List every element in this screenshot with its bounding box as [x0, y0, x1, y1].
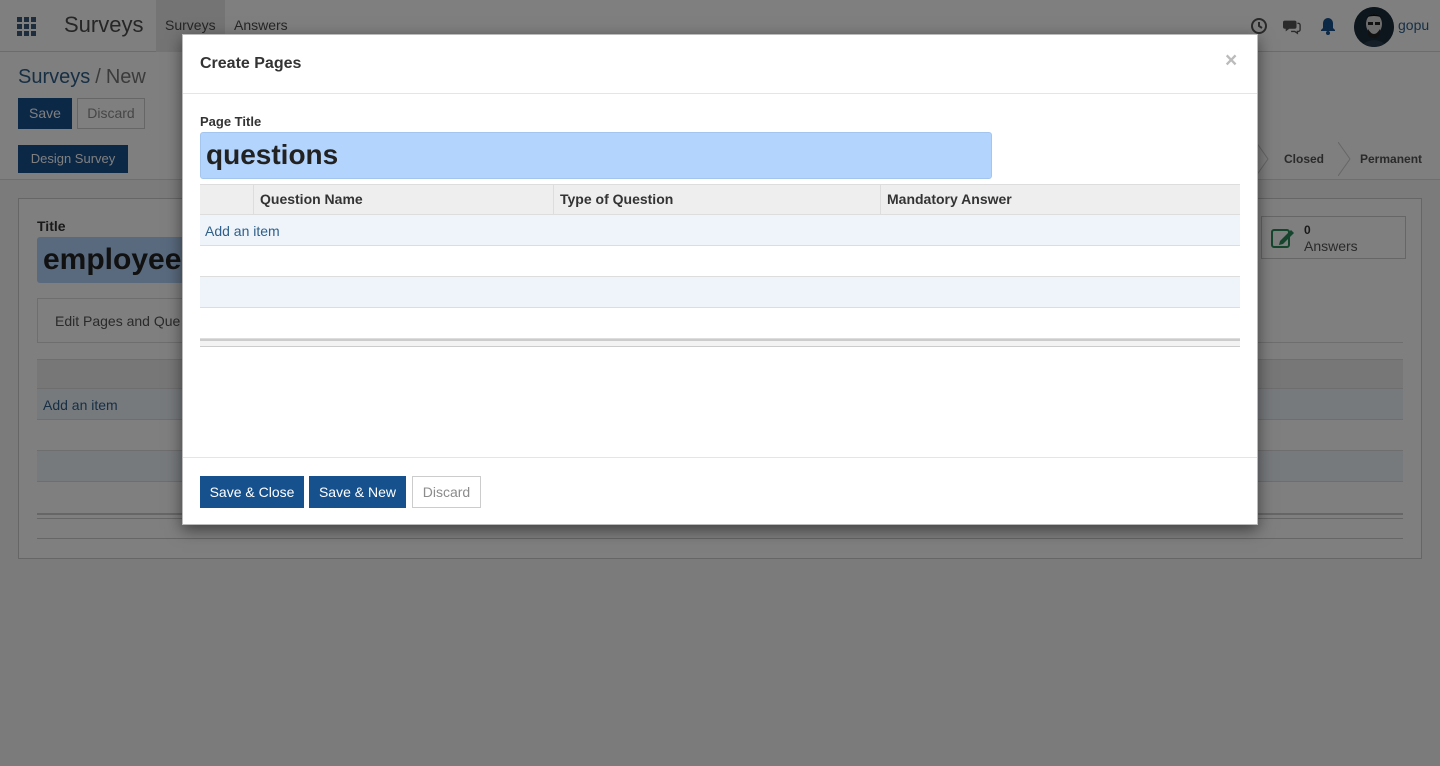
modal-footer: Save & Close Save & New Discard — [183, 457, 1257, 526]
create-pages-dialog: Create Pages × Page Title questions Ques… — [182, 34, 1258, 525]
column-mandatory-answer[interactable]: Mandatory Answer — [880, 185, 1240, 214]
save-close-button[interactable]: Save & Close — [200, 476, 304, 508]
modal-title: Create Pages — [200, 55, 302, 72]
column-type-of-question[interactable]: Type of Question — [553, 185, 880, 214]
table-row — [200, 308, 1240, 339]
table-row — [200, 246, 1240, 277]
questions-table-header: Question Name Type of Question Mandatory… — [200, 184, 1240, 215]
column-handle — [200, 185, 253, 214]
close-icon[interactable]: × — [1225, 49, 1237, 73]
modal-header: Create Pages × — [183, 35, 1257, 94]
add-item-link[interactable]: Add an item — [205, 223, 280, 239]
page-title-input[interactable]: questions — [200, 132, 992, 179]
page-title-label: Page Title — [200, 114, 262, 129]
column-question-name[interactable]: Question Name — [253, 185, 553, 214]
questions-add-row: Add an item — [200, 215, 1240, 246]
table-row — [200, 277, 1240, 308]
save-new-button[interactable]: Save & New — [309, 476, 406, 508]
table-footer — [200, 339, 1240, 347]
discard-button[interactable]: Discard — [412, 476, 481, 508]
